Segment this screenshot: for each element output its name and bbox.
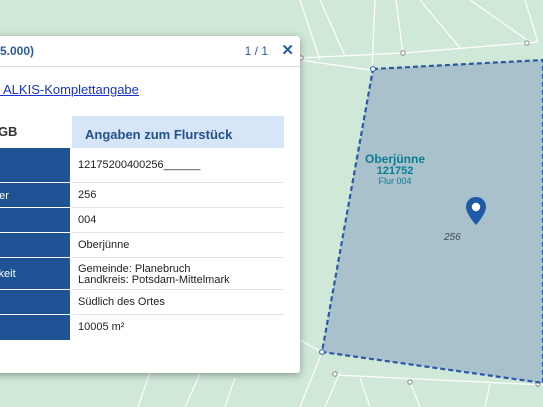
parcel-number-label: 256 <box>444 232 461 243</box>
parcel-vertex <box>319 349 325 355</box>
popup-pager[interactable]: 1 / 1 <box>245 44 268 58</box>
section-heading: Angaben zum Flurstück <box>72 116 284 148</box>
row-label <box>0 315 70 341</box>
table-row: 004 <box>0 208 284 233</box>
popup-title: 5.000) <box>0 44 35 58</box>
alkis-complete-link[interactable]: el ALKIS-Komplettangabe <box>0 82 139 97</box>
row-label <box>0 208 70 233</box>
feature-info-popup: 5.000) 1 / 1 ✕ el ALKIS-Komplettangabe L… <box>0 36 300 373</box>
row-value-secondary: Landkreis: Potsdam-Mittelmark <box>78 274 230 286</box>
row-label <box>0 290 70 315</box>
row-value: Südlich des Ortes <box>78 296 165 308</box>
row-value: 12175200400256______ <box>78 159 201 171</box>
row-value: 256 <box>78 189 97 201</box>
row-label <box>0 148 70 183</box>
row-value: Oberjünne <box>78 239 130 251</box>
row-label: mer <box>0 183 70 208</box>
row-label <box>0 233 70 258</box>
parcel-flur-label: Flur 004 <box>378 176 412 186</box>
table-row: igkeit Gemeinde: Planebruch Landkreis: P… <box>0 258 284 290</box>
location-pin-icon[interactable] <box>464 196 488 226</box>
table-row: Südlich des Ortes <box>0 290 284 315</box>
parcel-name-label: Oberjünne <box>364 152 425 166</box>
lgb-heading: LGB <box>0 124 18 139</box>
table-row: 10005 m² <box>0 315 284 341</box>
close-icon[interactable]: ✕ <box>281 41 294 59</box>
row-value: 004 <box>78 214 97 226</box>
table-row: 12175200400256______ <box>0 148 284 183</box>
table-row: Oberjünne <box>0 233 284 258</box>
row-label: igkeit <box>0 258 70 290</box>
table-row: mer 256 <box>0 183 284 208</box>
parcel-vertex <box>370 66 376 72</box>
selected-parcel[interactable] <box>320 58 543 385</box>
row-value: 10005 m² <box>78 321 125 333</box>
popup-header: 5.000) 1 / 1 ✕ <box>0 36 300 67</box>
